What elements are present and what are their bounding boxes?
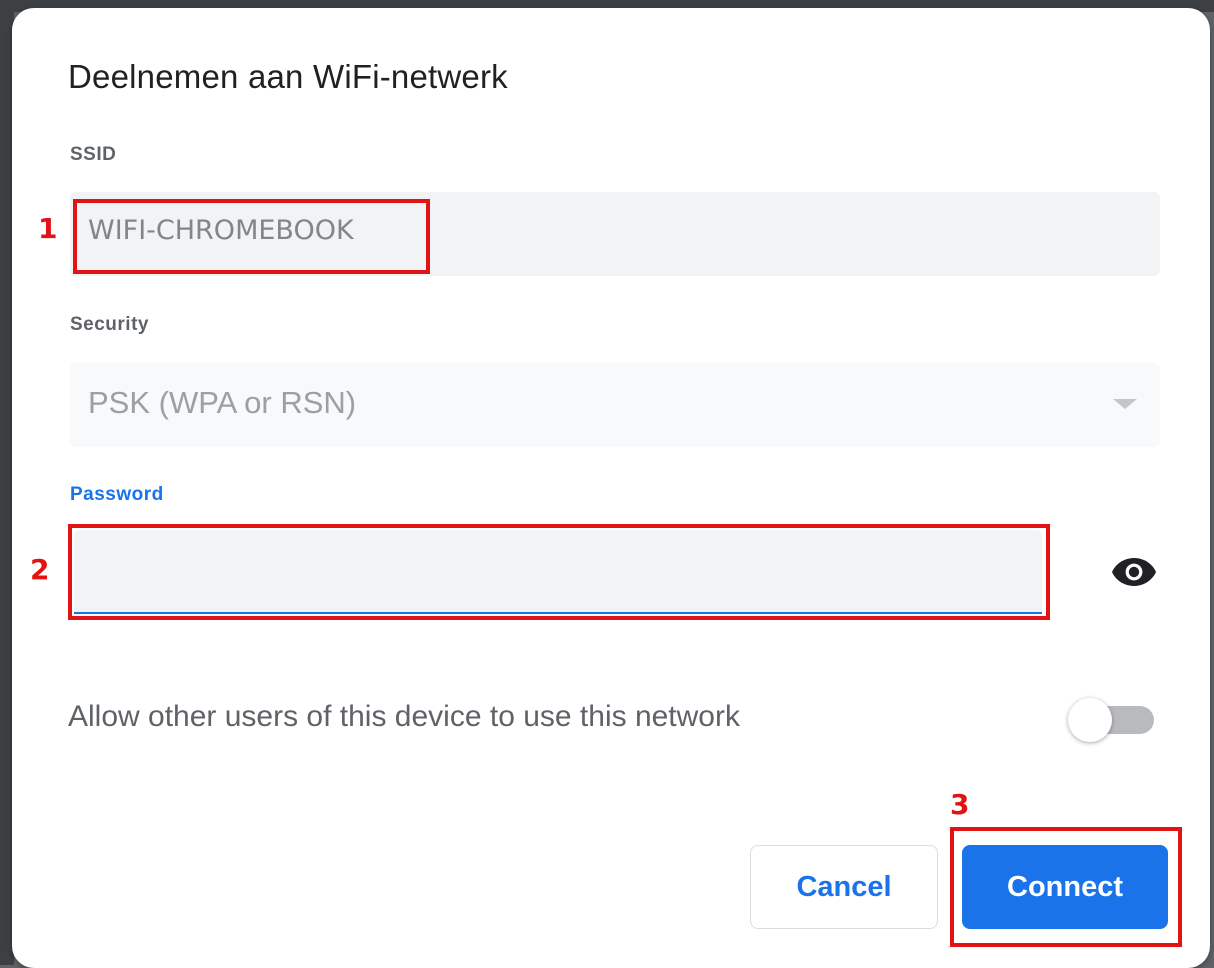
annotation-box-password — [68, 524, 1050, 620]
security-value: PSK (WPA or RSN) — [88, 385, 357, 420]
annotation-box-connect — [950, 827, 1182, 947]
wifi-join-dialog — [12, 8, 1210, 968]
eye-icon[interactable] — [1110, 556, 1158, 588]
annotation-box-ssid — [73, 199, 430, 274]
annotation-number-2: 2 — [30, 553, 50, 586]
password-label: Password — [70, 484, 164, 505]
dialog-title: Deelnemen aan WiFi-netwerk — [68, 58, 508, 95]
annotation-number-3: 3 — [950, 788, 970, 821]
allow-others-toggle[interactable] — [1066, 696, 1154, 744]
allow-others-label: Allow other users of this device to use … — [68, 700, 740, 733]
ssid-label: SSID — [70, 144, 117, 165]
security-label: Security — [70, 314, 149, 335]
toggle-knob — [1068, 698, 1112, 742]
dropdown-arrow-icon — [1113, 399, 1137, 409]
annotation-number-1: 1 — [38, 212, 58, 245]
cancel-button[interactable]: Cancel — [750, 845, 938, 929]
